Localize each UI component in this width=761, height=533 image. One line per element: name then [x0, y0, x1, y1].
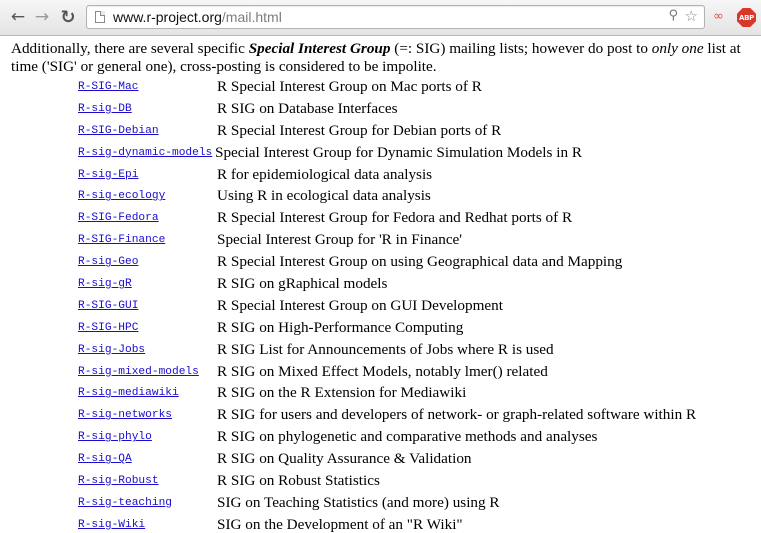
mailing-list-row: R-sig-DB R SIG on Database Interfaces: [0, 100, 761, 122]
mailing-list-row: R-sig-teaching SIG on Teaching Statistics…: [0, 494, 761, 516]
intro-paragraph: Additionally, there are several specific…: [11, 40, 751, 75]
mailing-list-link[interactable]: R-sig-networks: [78, 409, 172, 422]
address-bar[interactable]: www.r-project.org/mail.html ⚲ ☆: [86, 5, 705, 29]
mailing-list-row: R-SIG-Mac R Special Interest Group on Mac…: [0, 78, 761, 100]
mailing-list-link[interactable]: R-sig-DB: [78, 103, 132, 116]
mailing-list-link[interactable]: R-SIG-HPC: [78, 322, 138, 335]
mailing-list-link[interactable]: R-SIG-Debian: [78, 125, 159, 138]
mailing-list-row: R-sig-ecology Using R in ecological data …: [0, 187, 761, 209]
mailing-list-link[interactable]: R-sig-QA: [78, 453, 132, 466]
mailing-list-description: R for epidemiological data analysis: [217, 165, 433, 183]
mailing-list-link[interactable]: R-SIG-Fedora: [78, 212, 159, 225]
mailing-list-description: R SIG on High-Performance Computing: [217, 318, 464, 336]
mailing-list-row: R-SIG-Debian R Special Interest Group for…: [0, 122, 761, 144]
share-icon[interactable]: ∞: [713, 9, 724, 24]
mailing-list-link[interactable]: R-SIG-GUI: [78, 300, 138, 313]
url-text[interactable]: www.r-project.org/mail.html: [113, 9, 282, 25]
mailing-list-description: R Special Interest Group on using Geogra…: [217, 253, 623, 271]
mailing-list-description: R SIG on the R Extension for Mediawiki: [217, 384, 467, 402]
mailing-list-description: Using R in ecological data analysis: [217, 187, 431, 205]
mailing-list-description: R Special Interest Group for Debian port…: [217, 121, 502, 139]
intro-text-2: (=: SIG) mailing lists; however do post …: [390, 40, 652, 57]
mailing-list-description: R SIG on Mixed Effect Models, notably lm…: [217, 362, 548, 380]
browser-toolbar: ← → ↻ www.r-project.org/mail.html ⚲ ☆ ∞ …: [0, 0, 761, 36]
mailing-list-description: R SIG on Quality Assurance & Validation: [217, 450, 472, 468]
mailing-list-description: SIG on Teaching Statistics (and more) us…: [217, 493, 500, 511]
mailing-list-description: R SIG on phylogenetic and comparative me…: [217, 428, 598, 446]
mailing-list-link[interactable]: R-SIG-Mac: [78, 81, 138, 94]
mailing-list-row: R-SIG-GUI R Special Interest Group on GUI…: [0, 297, 761, 319]
mailing-list-row: R-sig-Jobs R SIG List for Announcements o…: [0, 341, 761, 363]
mailing-list-description: R SIG on gRaphical models: [217, 275, 388, 293]
url-host: www.r-project.org: [113, 9, 222, 25]
mailing-list-row: R-sig-gR R SIG on gRaphical models: [0, 275, 761, 297]
mailing-list-link[interactable]: R-sig-mediawiki: [78, 387, 179, 400]
mailing-list-row: R-sig-phylo R SIG on phylogenetic and com…: [0, 428, 761, 450]
mailing-list-description: SIG on the Development of an "R Wiki": [217, 515, 463, 533]
zoom-icon[interactable]: ⚲: [668, 8, 678, 23]
star-icon[interactable]: ☆: [685, 7, 698, 25]
page-icon: [95, 11, 105, 23]
mailing-list-description: R Special Interest Group on GUI Developm…: [217, 296, 503, 314]
intro-text-1: Additionally, there are several specific: [11, 40, 249, 57]
mailing-list-description: Special Interest Group for 'R in Finance…: [217, 231, 463, 249]
mailing-list-row: R-sig-QA R SIG on Quality Assurance & Val…: [0, 450, 761, 472]
intro-emphasis-only-one: only one: [651, 40, 704, 57]
mailing-list-row: R-sig-Epi R for epidemiological data anal…: [0, 166, 761, 188]
mailing-list-description: R SIG for users and developers of networ…: [217, 406, 697, 424]
mailing-list-link[interactable]: R-sig-phylo: [78, 431, 152, 444]
mailing-list-link[interactable]: R-sig-Geo: [78, 256, 138, 269]
mailing-list-row: R-sig-networks R SIG for users and develo…: [0, 406, 761, 428]
mailing-list-link[interactable]: R-sig-mixed-models: [78, 366, 199, 379]
mailing-list-link[interactable]: R-sig-gR: [78, 278, 132, 291]
mailing-list-row: R-sig-mixed-models R SIG on Mixed Effect …: [0, 363, 761, 385]
mailing-list-link[interactable]: R-sig-Jobs: [78, 344, 145, 357]
mailing-list-link[interactable]: R-sig-Robust: [78, 475, 159, 488]
mailing-list-row: R-SIG-HPC R SIG on High-Performance Compu…: [0, 319, 761, 341]
mailing-list-description: R SIG on Robust Statistics: [217, 472, 380, 490]
mailing-list-row: R-sig-Wiki SIG on the Development of an "…: [0, 516, 761, 533]
mailing-list-link[interactable]: R-sig-ecology: [78, 190, 165, 203]
mailing-list-description: R SIG List for Announcements of Jobs whe…: [217, 340, 554, 358]
mailing-list-description: R Special Interest Group for Fedora and …: [217, 209, 573, 227]
mailing-list-row: R-sig-Geo R Special Interest Group on usi…: [0, 253, 761, 275]
forward-arrow-icon[interactable]: →: [32, 7, 52, 27]
mailing-list-link[interactable]: R-SIG-Finance: [78, 234, 165, 247]
adblock-plus-icon[interactable]: ABP: [737, 8, 756, 27]
mailing-list-row: R-SIG-Fedora R Special Interest Group for…: [0, 209, 761, 231]
mailing-list-description: Special Interest Group for Dynamic Simul…: [215, 143, 582, 161]
back-arrow-icon[interactable]: ←: [8, 7, 28, 27]
mailing-list-description: R SIG on Database Interfaces: [217, 99, 398, 117]
url-path: /mail.html: [221, 9, 282, 25]
reload-icon[interactable]: ↻: [58, 7, 78, 28]
mailing-list-row: R-sig-Robust R SIG on Robust Statistics: [0, 472, 761, 494]
intro-emphasis-sig: Special Interest Group: [248, 40, 391, 57]
mailing-list-link[interactable]: R-sig-teaching: [78, 497, 172, 510]
mailing-list-row: R-sig-dynamic-models Special Interest Gro…: [0, 144, 761, 166]
abp-label: ABP: [739, 13, 754, 22]
mailing-list-link[interactable]: R-sig-Wiki: [78, 519, 145, 532]
mailing-list-row: R-sig-mediawiki R SIG on the R Extension …: [0, 384, 761, 406]
mailing-list-table: R-SIG-Mac R Special Interest Group on Mac…: [0, 78, 761, 533]
page-content: Additionally, there are several specific…: [0, 36, 761, 533]
mailing-list-row: R-SIG-Finance Special Interest Group for …: [0, 231, 761, 253]
mailing-list-description: R Special Interest Group on Mac ports of…: [217, 78, 482, 95]
mailing-list-link[interactable]: R-sig-dynamic-models: [78, 147, 212, 160]
mailing-list-link[interactable]: R-sig-Epi: [78, 169, 138, 182]
